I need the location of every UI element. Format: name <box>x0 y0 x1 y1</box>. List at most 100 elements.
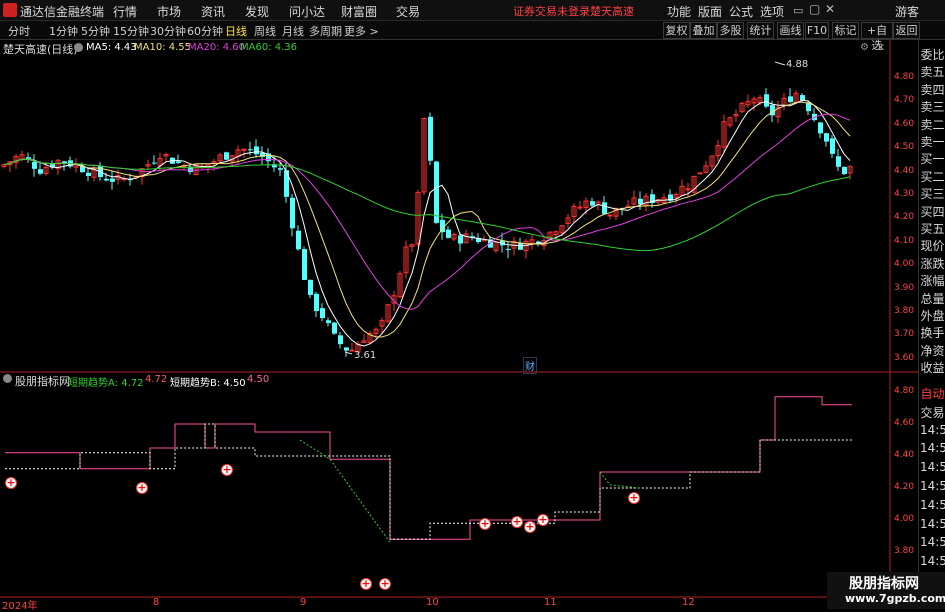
menu-item-news[interactable]: 资讯 <box>201 3 225 20</box>
tab-period-5min[interactable]: 5分钟 <box>81 23 110 39</box>
trade-time-label: 14:5 <box>920 460 945 475</box>
finance-event-marker[interactable]: 财 <box>523 357 537 374</box>
trade-time-label: 14:5 <box>920 497 945 512</box>
candle-body <box>302 249 307 280</box>
guest-button[interactable]: 游客 <box>895 3 919 20</box>
candle-body <box>764 94 769 107</box>
buy-signal-marker: + <box>628 491 640 504</box>
quote-field-label: 卖三 <box>920 100 945 115</box>
menu-item-options[interactable]: 选项 <box>760 3 784 20</box>
tab-period-weekly[interactable]: 周线 <box>254 23 276 39</box>
menu-item-formula[interactable]: 公式 <box>729 3 753 20</box>
buy-signal-marker: + <box>479 517 491 530</box>
quote-field-label: 买一 <box>920 152 945 167</box>
y-axis-sub-label: 4.60 <box>894 418 915 428</box>
mark-button[interactable]: 标记 <box>832 22 859 39</box>
trade-time-label: 14:5 <box>920 422 945 437</box>
menu-item-wealth[interactable]: 财富圈 <box>341 3 377 20</box>
trend-b-value: 4.50 <box>247 374 270 385</box>
candle-body <box>86 172 91 176</box>
y-axis-main-label: 3.70 <box>894 329 915 340</box>
y-axis-sub-label: 4.40 <box>894 450 915 460</box>
tab-period-1min[interactable]: 1分钟 <box>49 23 78 39</box>
kline-chart[interactable] <box>0 40 920 609</box>
candle-body <box>314 293 319 312</box>
candle-body <box>638 198 643 205</box>
tab-period-daily[interactable]: 日线 <box>225 23 247 39</box>
ma20-line <box>3 113 851 310</box>
minimize-icon[interactable]: ▭ <box>793 4 803 17</box>
y-axis-main-label: 4.60 <box>894 118 915 129</box>
tab-period-30min[interactable]: 30分钟 <box>150 23 186 39</box>
back-button[interactable]: 返回 <box>893 22 920 39</box>
f10-button[interactable]: F10 <box>805 22 829 39</box>
candle-body <box>278 168 283 170</box>
candle-body <box>506 248 511 250</box>
add-favorite-button[interactable]: +自选 <box>861 22 893 52</box>
stock-name-header: 楚天高速 <box>590 5 634 18</box>
multi-stock-button[interactable]: 多股 <box>717 22 744 39</box>
quote-field-label: 净资 <box>920 343 945 358</box>
high-pointer <box>774 61 786 66</box>
candle-body <box>254 146 259 155</box>
menu-bar: 通达信金融终端 行情 市场 资讯 发现 问小达 财富圈 交易 证券交易未登录 楚… <box>0 0 945 21</box>
quote-field-label: 收益 <box>920 361 945 376</box>
quote-field-label: 涨跌 <box>920 256 945 271</box>
login-notice[interactable]: 证券交易未登录 <box>513 3 590 19</box>
y-axis-main-label: 3.60 <box>894 352 915 363</box>
app-title: 通达信金融终端 <box>20 5 105 19</box>
y-axis-main-label: 4.50 <box>894 142 915 153</box>
candle-body <box>697 172 703 175</box>
candle-body <box>577 206 583 209</box>
candle-body <box>344 347 349 351</box>
menu-item-trade[interactable]: 交易 <box>396 3 420 20</box>
quote-field-label: 买三 <box>920 187 945 202</box>
watermark-title: 股朋指标网 <box>849 576 919 592</box>
tab-period-multi[interactable]: 多周期 <box>309 23 342 39</box>
tab-period-fenshi[interactable]: 分时 <box>8 23 30 39</box>
candle-body <box>38 169 43 174</box>
watermark-url: www.7gpzb.com <box>845 592 945 605</box>
candle-body <box>284 170 289 197</box>
quote-field-label: 卖二 <box>920 117 945 132</box>
candle-body <box>104 178 109 181</box>
x-axis-label: 10 <box>426 597 439 608</box>
quote-field-label: 现价 <box>920 239 945 254</box>
tab-period-15min[interactable]: 15分钟 <box>113 23 149 39</box>
y-axis-sub-label: 4.20 <box>894 482 915 492</box>
buy-signal-marker: + <box>537 513 549 526</box>
candle-body <box>320 308 325 319</box>
restore-icon[interactable]: ▢ <box>809 2 820 16</box>
buy-signal-marker: + <box>524 520 536 533</box>
tab-period-more[interactable]: 更多 > <box>344 23 379 39</box>
menu-item-market[interactable]: 市场 <box>157 3 181 20</box>
trade-time-label: 14:5 <box>920 479 945 493</box>
trade-time-label: 14:5 <box>920 516 945 531</box>
stats-button[interactable]: 统计 <box>747 22 774 39</box>
y-axis-main-label: 4.20 <box>894 212 915 223</box>
tab-period-60min[interactable]: 60分钟 <box>187 23 223 39</box>
menu-item-ask[interactable]: 问小达 <box>289 3 325 20</box>
candle-body <box>446 229 451 238</box>
candle-body <box>842 166 847 175</box>
y-axis-main-label: 3.90 <box>894 282 915 293</box>
menu-item-quotes[interactable]: 行情 <box>113 3 137 20</box>
close-icon[interactable]: ✕ <box>825 2 835 16</box>
candle-body <box>602 202 607 215</box>
menu-item-layout[interactable]: 版面 <box>698 3 722 20</box>
overlay-button[interactable]: 叠加 <box>690 22 717 39</box>
candle-body <box>836 156 841 167</box>
quote-field-label: 卖一 <box>920 135 945 149</box>
draw-line-button[interactable]: 画线 <box>777 22 804 39</box>
trade-time-label: 自动 <box>920 387 945 401</box>
buy-signal-marker: + <box>360 577 372 590</box>
menu-item-discover[interactable]: 发现 <box>245 3 269 20</box>
tab-period-monthly[interactable]: 月线 <box>282 23 304 39</box>
sub-indicator-icon[interactable] <box>3 374 12 383</box>
candle-body <box>62 161 67 164</box>
buy-signal-marker: + <box>379 577 391 590</box>
candle-body <box>800 95 805 101</box>
candle-body <box>458 235 463 244</box>
adjust-button[interactable]: 复权 <box>663 22 690 39</box>
menu-item-function[interactable]: 功能 <box>667 3 691 20</box>
